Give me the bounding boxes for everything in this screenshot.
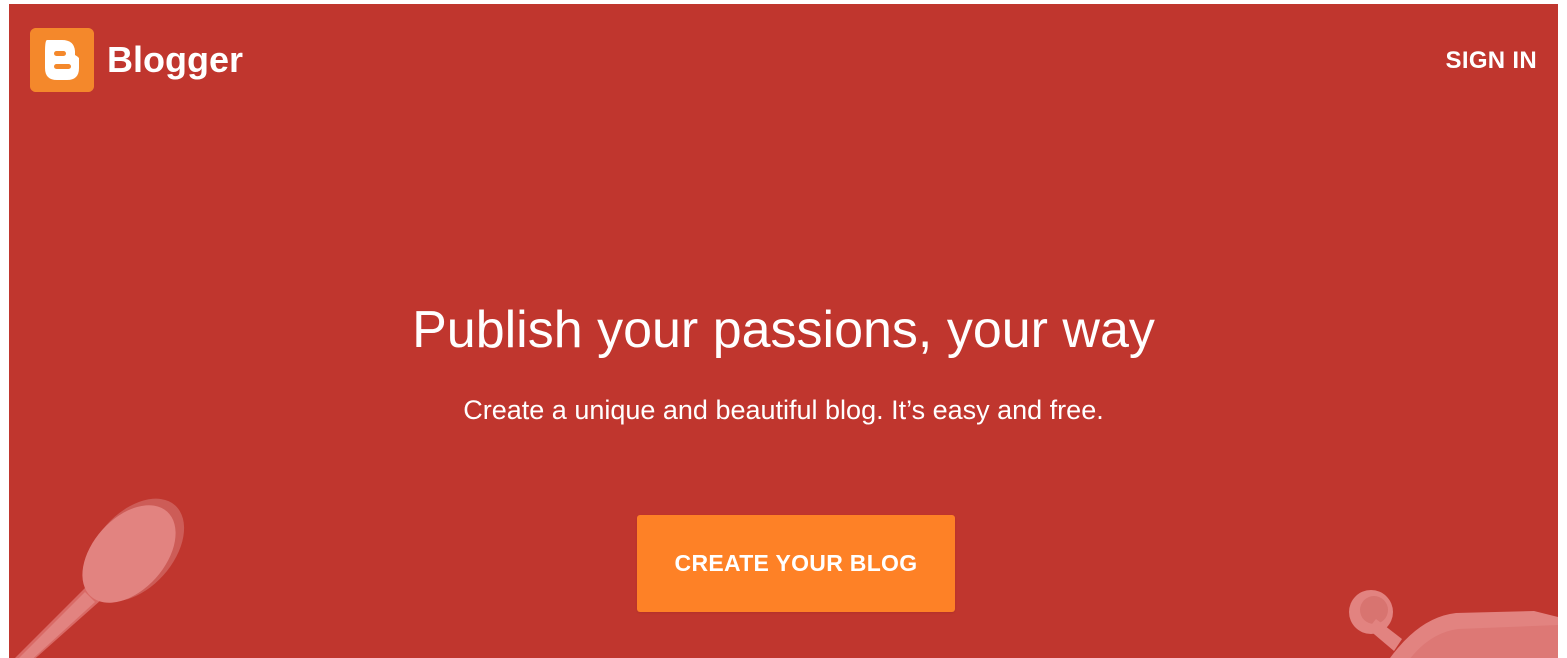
create-blog-button[interactable]: CREATE YOUR BLOG — [637, 515, 955, 612]
brand-name: Blogger — [107, 39, 244, 80]
wooden-spoon-illustration — [15, 498, 185, 658]
blogger-b-icon — [30, 28, 94, 92]
hero-banner: Blogger SIGN IN Publish your passions, y… — [9, 4, 1558, 658]
rolling-pin-illustration — [1349, 590, 1558, 658]
sign-in-link[interactable]: SIGN IN — [1446, 47, 1537, 75]
blogger-logo-link[interactable]: Blogger — [30, 28, 243, 92]
hero-headline: Publish your passions, your way — [412, 301, 1155, 359]
hero-subheadline: Create a unique and beautiful blog. It’s… — [463, 395, 1104, 425]
